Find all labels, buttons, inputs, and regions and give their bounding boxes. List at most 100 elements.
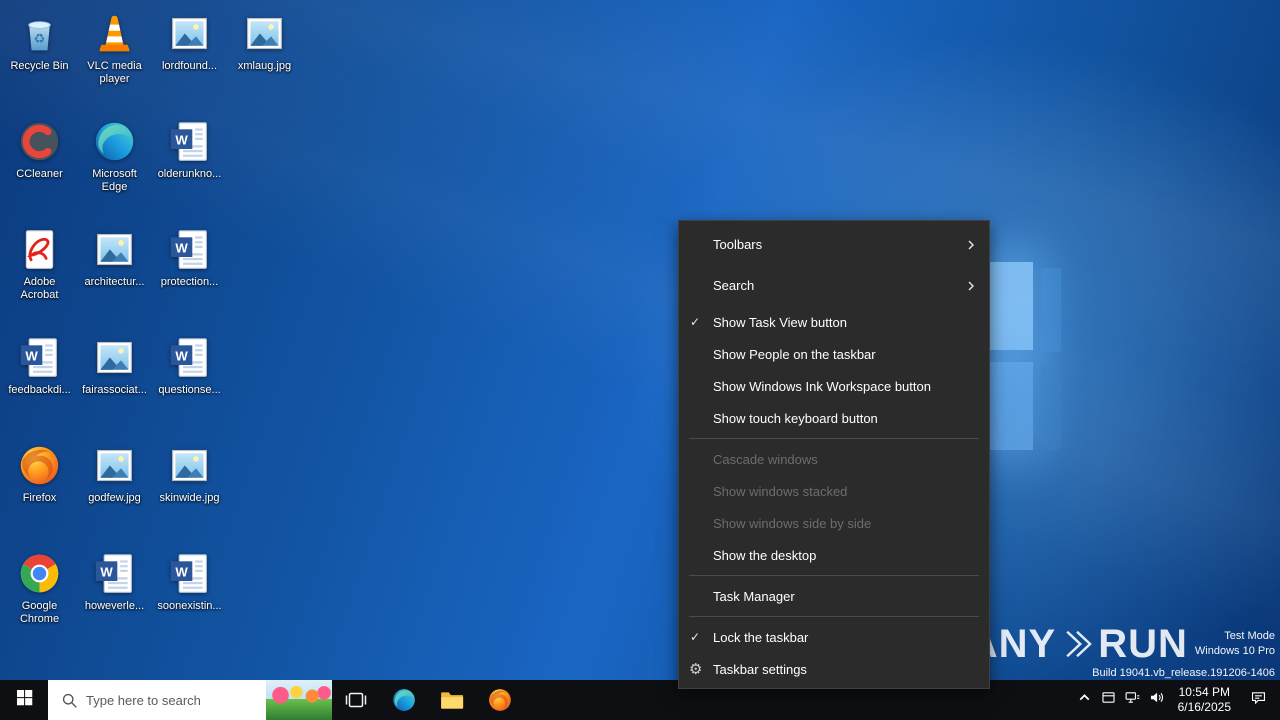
- svg-text:W: W: [175, 132, 188, 147]
- checkmark-icon: ✓: [690, 630, 701, 644]
- menu-item-label: Show Windows Ink Workspace button: [713, 378, 931, 394]
- desktop-icon-adobe-acrobat[interactable]: Adobe Acrobat: [2, 218, 77, 326]
- word-icon: W: [167, 116, 212, 166]
- menu-item-show-people-on-the-taskbar[interactable]: Show People on the taskbar: [679, 338, 989, 370]
- taskbar-edge-button[interactable]: [380, 680, 428, 720]
- tray-app-button[interactable]: [1097, 680, 1121, 720]
- task-view-button[interactable]: [332, 680, 380, 720]
- search-icon: [61, 692, 78, 709]
- svg-text:W: W: [175, 564, 188, 579]
- desktop-icon-grid: ♻ Recycle Bin CCleaner Adobe Acrobat Wfeedba…: [2, 2, 302, 650]
- tray-window-icon: [1100, 689, 1117, 711]
- menu-item-show-windows-stacked: Show windows stacked: [679, 475, 989, 507]
- menu-item-label: Show Task View button: [713, 314, 847, 330]
- desktop-icon-label: soonexistin...: [157, 600, 222, 612]
- desktop-icon-howeverle[interactable]: Whoweverle...: [77, 542, 152, 650]
- desktop-icon-microsoft-edge[interactable]: Microsoft Edge: [77, 110, 152, 218]
- word-icon: W: [17, 332, 62, 382]
- desktop-icon-questionse[interactable]: Wquestionse...: [152, 326, 227, 434]
- taskbar-clock[interactable]: 10:54 PM 6/16/2025: [1169, 685, 1240, 715]
- ccleaner-icon: [17, 116, 62, 166]
- action-center-button[interactable]: [1240, 680, 1276, 720]
- desktop-icon-label: Microsoft Edge: [92, 168, 137, 193]
- menu-item-label: Show touch keyboard button: [713, 410, 878, 426]
- menu-item-search[interactable]: Search: [679, 265, 989, 306]
- acrobat-icon: [17, 224, 62, 274]
- desktop-icon-label: lordfound...: [161, 60, 218, 72]
- image-icon: [92, 440, 137, 490]
- gear-icon: ⚙: [689, 661, 703, 678]
- desktop-icon-skinwide-jpg[interactable]: skinwide.jpg: [152, 434, 227, 542]
- desktop-icon-label: fairassociat...: [82, 384, 147, 396]
- desktop-icon-firefox[interactable]: Firefox: [2, 434, 77, 542]
- desktop-icon-godfew-jpg[interactable]: godfew.jpg: [77, 434, 152, 542]
- menu-separator: [689, 616, 979, 617]
- menu-item-label: Show People on the taskbar: [713, 346, 876, 362]
- menu-item-taskbar-settings[interactable]: ⚙ Taskbar settings: [679, 653, 989, 685]
- chevron-up-icon: [1076, 689, 1093, 711]
- network-button[interactable]: [1121, 680, 1145, 720]
- desktop-icon-label: Recycle Bin: [10, 60, 69, 72]
- search-highlights-image[interactable]: [266, 680, 332, 720]
- desktop-icon-soonexistin[interactable]: Wsoonexistin...: [152, 542, 227, 650]
- desktop-icon-google-chrome[interactable]: Google Chrome: [2, 542, 77, 650]
- vlc-icon: [92, 8, 137, 58]
- menu-item-task-manager[interactable]: Task Manager: [679, 580, 989, 612]
- menu-item-show-the-desktop[interactable]: Show the desktop: [679, 539, 989, 571]
- taskbar-context-menu: Toolbars Search ✓ Show Task View button Show…: [678, 220, 990, 689]
- menu-item-show-task-view-button[interactable]: ✓ Show Task View button: [679, 306, 989, 338]
- start-button[interactable]: [0, 680, 48, 720]
- word-icon: W: [167, 332, 212, 382]
- menu-item-show-windows-ink-workspace-button[interactable]: Show Windows Ink Workspace button: [679, 370, 989, 402]
- desktop-icon-fairassociat[interactable]: fairassociat...: [77, 326, 152, 434]
- menu-item-label: Show windows side by side: [713, 515, 872, 531]
- desktop-icon-label: howeverle...: [84, 600, 145, 612]
- clock-time: 10:54 PM: [1178, 685, 1230, 699]
- menu-separator: [689, 438, 979, 439]
- firefox-icon: [17, 440, 62, 490]
- image-icon: [242, 8, 287, 58]
- taskbar-search-box[interactable]: [48, 680, 332, 720]
- wallpaper-windows-logo-pane: [1041, 366, 1061, 450]
- menu-item-label: Task Manager: [713, 588, 795, 604]
- system-tray: 10:54 PM 6/16/2025: [1073, 680, 1280, 720]
- svg-text:W: W: [175, 348, 188, 363]
- menu-item-lock-the-taskbar[interactable]: ✓ Lock the taskbar: [679, 621, 989, 653]
- desktop-icon-label: Google Chrome: [19, 600, 60, 625]
- desktop-icon-label: godfew.jpg: [88, 492, 141, 504]
- svg-text:♻: ♻: [34, 30, 46, 45]
- action-center-icon: [1250, 689, 1267, 711]
- submenu-arrow-icon: [965, 239, 977, 251]
- volume-button[interactable]: [1145, 680, 1169, 720]
- image-icon: [167, 440, 212, 490]
- menu-item-label: Lock the taskbar: [713, 629, 809, 645]
- desktop-icon-recycle-bin[interactable]: ♻ Recycle Bin: [2, 2, 77, 110]
- menu-item-label: Taskbar settings: [713, 661, 807, 677]
- menu-item-show-touch-keyboard-button[interactable]: Show touch keyboard button: [679, 402, 989, 434]
- menu-item-label: Toolbars: [713, 237, 763, 252]
- taskbar-file-explorer-button[interactable]: [428, 680, 476, 720]
- clock-date: 6/16/2025: [1177, 700, 1231, 714]
- desktop-icon-lordfound[interactable]: lordfound...: [152, 2, 227, 110]
- desktop-icon-xmlaug-jpg[interactable]: xmlaug.jpg: [227, 2, 302, 110]
- volume-icon: [1148, 689, 1165, 711]
- menu-item-label: Show windows stacked: [713, 483, 848, 499]
- wallpaper-windows-logo-pane: [985, 362, 1033, 450]
- desktop-icon-ccleaner[interactable]: CCleaner: [2, 110, 77, 218]
- desktop-icon-feedbackdi[interactable]: Wfeedbackdi...: [2, 326, 77, 434]
- taskbar-firefox-button[interactable]: [476, 680, 524, 720]
- desktop-icon-vlc-media-player[interactable]: VLC media player: [77, 2, 152, 110]
- network-icon: [1124, 689, 1141, 711]
- edge-icon: [391, 687, 417, 713]
- image-icon: [92, 224, 137, 274]
- desktop-icon-architectur[interactable]: architectur...: [77, 218, 152, 326]
- desktop-icon-olderunkno[interactable]: Wolderunkno...: [152, 110, 227, 218]
- menu-separator: [689, 575, 979, 576]
- menu-item-label: Show the desktop: [713, 547, 817, 563]
- hidden-icons-button[interactable]: [1073, 680, 1097, 720]
- firefox-icon: [487, 687, 513, 713]
- windows-start-icon: [15, 688, 34, 712]
- menu-item-toolbars[interactable]: Toolbars: [679, 224, 989, 265]
- desktop-icon-protection[interactable]: Wprotection...: [152, 218, 227, 326]
- desktop-icon-label: xmlaug.jpg: [237, 60, 292, 72]
